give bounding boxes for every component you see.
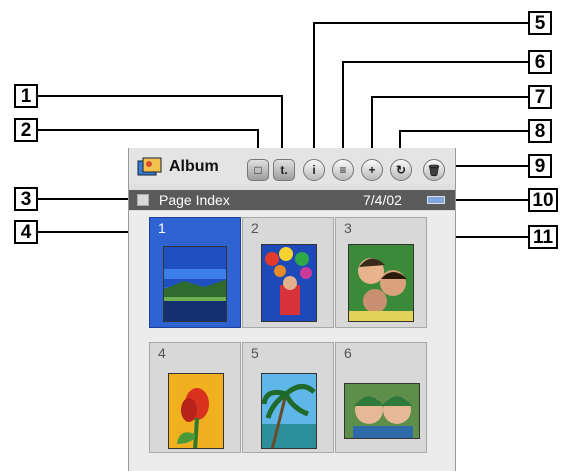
thumbnail-image bbox=[344, 383, 420, 439]
thumbnail-number: 6 bbox=[344, 345, 352, 361]
status-bar: Page Index 7/4/02 bbox=[129, 190, 455, 210]
callout-7: 7 bbox=[528, 85, 552, 109]
thumbnail-image bbox=[348, 244, 414, 322]
thumbnail-cell[interactable]: 5 bbox=[242, 342, 334, 453]
album-screen: Album □ t. i ≡ + ↻ 🗑 Page Index 7/4/02 1… bbox=[128, 148, 456, 471]
callout-8: 8 bbox=[528, 119, 552, 143]
battery-icon bbox=[427, 196, 445, 204]
trash-icon: 🗑 bbox=[427, 164, 441, 177]
zoom-button[interactable]: + bbox=[361, 159, 383, 181]
page-index-label: Page Index bbox=[159, 192, 230, 208]
info-button[interactable]: i bbox=[303, 159, 325, 181]
date-label: 7/4/02 bbox=[363, 192, 402, 208]
transfer-button[interactable]: t. bbox=[273, 159, 295, 181]
rotate-button[interactable]: ↻ bbox=[390, 159, 412, 181]
page-index-icon bbox=[137, 194, 149, 206]
callout-6: 6 bbox=[528, 50, 552, 74]
callout-2: 2 bbox=[14, 118, 38, 142]
stop-icon: □ bbox=[254, 163, 262, 177]
thumbnail-cell[interactable]: 1 bbox=[149, 217, 241, 328]
transfer-icon: t. bbox=[280, 163, 288, 177]
thumbnail-cell[interactable]: 2 bbox=[242, 217, 334, 328]
thumbnail-cell[interactable]: 6 bbox=[335, 342, 427, 453]
stop-button[interactable]: □ bbox=[247, 159, 269, 181]
thumbnail-image bbox=[163, 246, 227, 322]
album-icon bbox=[137, 157, 163, 177]
rotate-icon: ↻ bbox=[395, 163, 407, 177]
thumbnail-image bbox=[261, 244, 317, 322]
callout-5: 5 bbox=[528, 11, 552, 35]
thumbnail-number: 3 bbox=[344, 220, 352, 236]
menu-button[interactable]: ≡ bbox=[332, 159, 354, 181]
callout-1: 1 bbox=[14, 84, 38, 108]
menu-icon: ≡ bbox=[339, 163, 347, 177]
app-title: Album bbox=[137, 156, 219, 178]
zoom-icon: + bbox=[368, 163, 376, 177]
thumbnail-image bbox=[168, 373, 224, 449]
thumbnail-number: 4 bbox=[158, 345, 166, 361]
thumbnail-cell[interactable]: 3 bbox=[335, 217, 427, 328]
info-icon: i bbox=[312, 163, 316, 177]
callout-4: 4 bbox=[14, 220, 38, 244]
callout-11: 11 bbox=[528, 225, 558, 249]
thumbnail-grid: 1 2 3 4 5 6 bbox=[129, 211, 455, 471]
callout-9: 9 bbox=[528, 154, 552, 178]
thumbnail-number: 2 bbox=[251, 220, 259, 236]
thumbnail-number: 5 bbox=[251, 345, 259, 361]
callout-3: 3 bbox=[14, 187, 38, 211]
callout-10: 10 bbox=[528, 188, 558, 212]
thumbnail-image bbox=[261, 373, 317, 449]
toolbar: Album □ t. i ≡ + ↻ 🗑 bbox=[129, 148, 455, 184]
thumbnail-number: 1 bbox=[158, 220, 166, 236]
app-title-text: Album bbox=[169, 158, 219, 175]
delete-button[interactable]: 🗑 bbox=[423, 159, 445, 181]
thumbnail-cell[interactable]: 4 bbox=[149, 342, 241, 453]
